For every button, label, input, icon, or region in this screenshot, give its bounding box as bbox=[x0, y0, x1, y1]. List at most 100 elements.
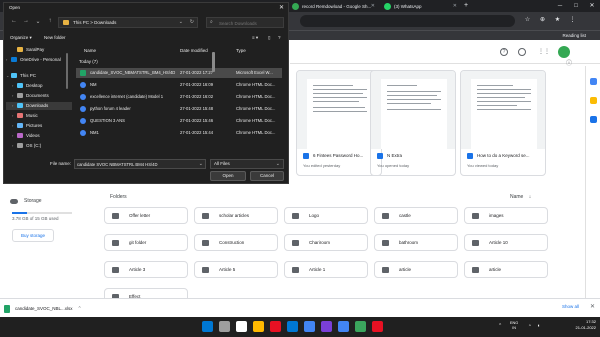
expand-chevron-icon[interactable]: › bbox=[12, 92, 13, 100]
tray-overflow-icon[interactable]: ⌃ bbox=[498, 323, 502, 329]
column-date-modified[interactable]: Date modified bbox=[180, 46, 208, 55]
taskbar-app-icon[interactable] bbox=[287, 321, 298, 332]
forward-arrow-icon[interactable]: → bbox=[22, 18, 30, 24]
folder-item[interactable]: Article 10 bbox=[464, 234, 548, 251]
group-header[interactable]: Today (7) bbox=[79, 59, 98, 64]
maximize-button[interactable]: □ bbox=[568, 0, 584, 12]
file-row[interactable]: QUESTION 3 ANS 27-01-2022 15:46 Chrome HTM… bbox=[76, 116, 282, 126]
avatar[interactable] bbox=[558, 46, 570, 58]
view-details-icon[interactable]: ⓘ bbox=[566, 58, 572, 67]
reading-list[interactable]: Reading list bbox=[562, 33, 586, 38]
profile-icon[interactable]: ★ bbox=[552, 15, 563, 26]
expand-chevron-icon[interactable]: ⌄ bbox=[6, 72, 9, 80]
expand-chevron-icon[interactable]: › bbox=[12, 142, 13, 150]
file-row[interactable]: candidate_SVOC_NBMATSTRL_BM4_HS/4D 27-01-… bbox=[76, 68, 282, 78]
folder-item[interactable]: article bbox=[374, 261, 458, 278]
file-list-scrollbar[interactable] bbox=[212, 48, 215, 148]
taskbar-app-icon[interactable] bbox=[304, 321, 315, 332]
buy-storage-button[interactable]: Buy storage bbox=[12, 229, 54, 242]
taskbar-app-icon[interactable] bbox=[355, 321, 366, 332]
new-tab-button[interactable]: + bbox=[464, 1, 468, 11]
tasks-icon[interactable] bbox=[589, 116, 597, 123]
suggested-card[interactable]: N Extra You opened today bbox=[370, 70, 456, 176]
file-row[interactable]: NM 27-01-2022 16:09 Chrome HTML Doc... bbox=[76, 80, 282, 90]
address-path[interactable]: This PC > Downloads ⌄ ↻ bbox=[58, 17, 198, 28]
column-type[interactable]: Type bbox=[236, 46, 246, 55]
folder-item[interactable]: Article 5 bbox=[194, 261, 278, 278]
nav-item[interactable]: › Downloads bbox=[6, 102, 72, 110]
keep-icon[interactable] bbox=[589, 97, 597, 104]
folder-item[interactable]: article bbox=[464, 261, 548, 278]
apps-grid-icon[interactable]: ⋮⋮ bbox=[538, 48, 550, 56]
folder-item[interactable]: images bbox=[464, 207, 548, 224]
folder-item[interactable]: Chariroom bbox=[284, 234, 368, 251]
folder-item[interactable]: Article 3 bbox=[104, 261, 188, 278]
folder-item[interactable]: Logo bbox=[284, 207, 368, 224]
language-indicator[interactable]: ENG IN bbox=[510, 321, 518, 331]
chevron-down-icon[interactable]: ⌄ bbox=[199, 160, 203, 168]
help-icon[interactable]: ? bbox=[278, 35, 281, 40]
chevron-up-icon[interactable]: ⌃ bbox=[78, 306, 82, 312]
dialog-close-icon[interactable]: ✕ bbox=[279, 3, 284, 13]
file-name-field[interactable]: ⌄ bbox=[74, 159, 206, 169]
folder-item[interactable]: Construction bbox=[194, 234, 278, 251]
search-input[interactable] bbox=[219, 19, 281, 27]
back-arrow-icon[interactable]: ← bbox=[10, 18, 18, 24]
minimize-button[interactable]: ─ bbox=[552, 0, 568, 12]
folder-item[interactable]: castle bbox=[374, 207, 458, 224]
taskbar-app-icon[interactable] bbox=[338, 321, 349, 332]
close-window-button[interactable]: ✕ bbox=[584, 0, 600, 12]
nav-item[interactable]: › Music bbox=[6, 112, 72, 120]
expand-chevron-icon[interactable]: › bbox=[12, 132, 13, 140]
taskbar-app-icon[interactable] bbox=[202, 321, 213, 332]
file-type-select[interactable]: All Files ⌄ bbox=[210, 159, 284, 169]
expand-chevron-icon[interactable]: › bbox=[12, 102, 13, 110]
folder-item[interactable]: scholar articles bbox=[194, 207, 278, 224]
menu-icon[interactable]: ⋮ bbox=[567, 15, 578, 26]
chevron-down-icon[interactable]: ⌄ bbox=[276, 160, 280, 168]
settings-gear-icon[interactable] bbox=[518, 48, 526, 56]
bookmark-star-icon[interactable]: ☆ bbox=[522, 15, 533, 26]
taskbar-app-icon[interactable] bbox=[321, 321, 332, 332]
scrollbar-thumb[interactable] bbox=[212, 52, 215, 72]
expand-chevron-icon[interactable]: › bbox=[6, 56, 7, 64]
dialog-titlebar[interactable]: Open ✕ bbox=[4, 3, 288, 13]
file-row[interactable]: NM1 27-01-2022 15:44 Chrome HTML Doc... bbox=[76, 128, 282, 138]
browser-tab-google-sheets[interactable]: record Remdowload - Google Sh... ✕ bbox=[288, 1, 378, 12]
sort-by-name[interactable]: Name ↓ bbox=[510, 194, 531, 200]
expand-chevron-icon[interactable]: › bbox=[12, 82, 13, 90]
nav-item[interactable]: › Documents bbox=[6, 92, 72, 100]
expand-chevron-icon[interactable]: › bbox=[12, 122, 13, 130]
close-tab-icon[interactable]: ✕ bbox=[453, 1, 457, 12]
search-box[interactable]: ⌕ bbox=[206, 17, 284, 28]
nav-item[interactable]: › Videos bbox=[6, 132, 72, 140]
view-options-icon[interactable]: ≡ ▾ bbox=[252, 35, 258, 41]
wifi-icon[interactable]: ◔ bbox=[528, 323, 531, 329]
show-all-link[interactable]: Show all bbox=[562, 304, 579, 309]
taskbar-app-icon[interactable] bbox=[253, 321, 264, 332]
nav-item[interactable]: › Desktop bbox=[6, 82, 72, 90]
clock[interactable]: 17:32 21-01-2022 bbox=[576, 319, 596, 331]
taskbar-app-icon[interactable] bbox=[219, 321, 230, 332]
speaker-icon[interactable]: ◖ bbox=[537, 323, 540, 329]
preview-pane-icon[interactable]: ▯ bbox=[268, 35, 270, 41]
expand-chevron-icon[interactable]: › bbox=[12, 112, 13, 120]
file-row[interactable]: excellence internet (candidate) Model 1 2… bbox=[76, 92, 282, 102]
close-shelf-icon[interactable]: ✕ bbox=[590, 303, 595, 310]
column-name[interactable]: Name bbox=[84, 46, 96, 55]
cancel-button[interactable]: Cancel bbox=[250, 171, 284, 181]
extensions-icon[interactable]: ⊕ bbox=[537, 15, 548, 26]
open-button[interactable]: Open bbox=[210, 171, 246, 181]
organize-button[interactable]: Organize ▾ bbox=[10, 35, 32, 41]
folder-item[interactable]: bathroom bbox=[374, 234, 458, 251]
taskbar-app-icon[interactable] bbox=[270, 321, 281, 332]
folder-item[interactable]: Offer letter bbox=[104, 207, 188, 224]
download-item[interactable]: candidate_SVOC_NBL...xlsx ⌃ bbox=[4, 302, 82, 315]
storage-row[interactable]: Storage bbox=[10, 198, 42, 204]
file-name-input[interactable] bbox=[77, 160, 195, 168]
nav-item[interactable]: › Pictures bbox=[6, 122, 72, 130]
refresh-icon[interactable]: ↻ bbox=[190, 19, 194, 25]
folder-item[interactable]: git folder bbox=[104, 234, 188, 251]
new-folder-button[interactable]: New folder bbox=[44, 35, 66, 40]
sort-arrow-icon[interactable]: ↓ bbox=[529, 194, 532, 200]
